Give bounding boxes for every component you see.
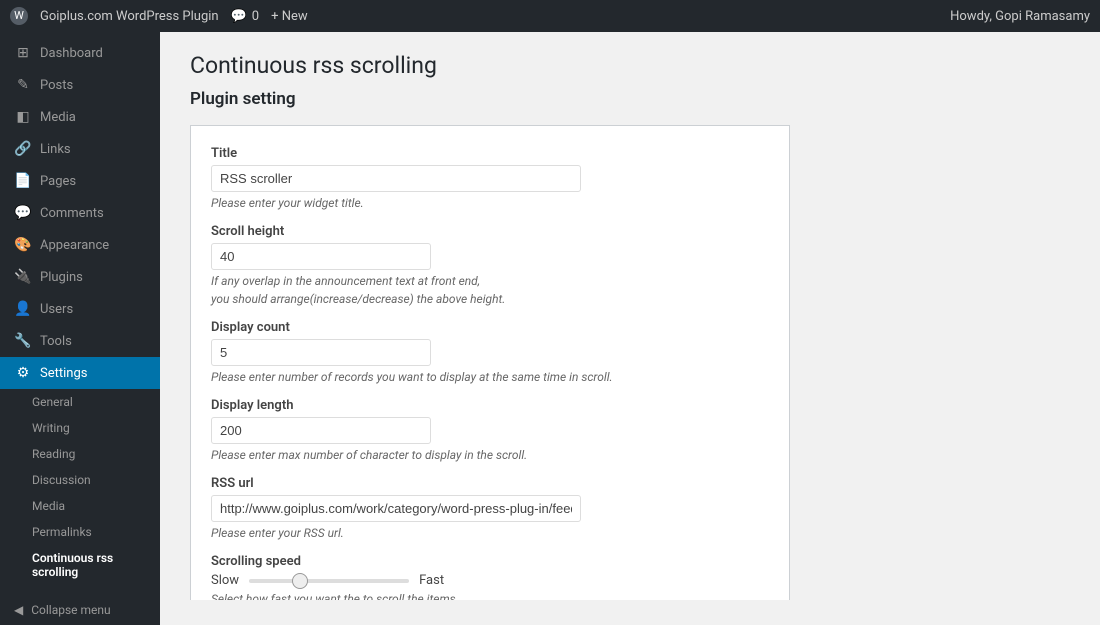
plugin-settings-form: Title Please enter your widget title. Sc… (190, 125, 790, 600)
sidebar-label-links: Links (40, 142, 71, 157)
collapse-arrow-icon: ◀ (14, 603, 23, 617)
submenu-item-continuous-rss[interactable]: Continuous rss scrolling (0, 545, 160, 585)
page-title: Continuous rss scrolling (190, 52, 1080, 79)
media-icon: ◧ (14, 109, 32, 125)
fast-label: Fast (419, 573, 444, 588)
scroll-height-hint-1: If any overlap in the announcement text … (211, 274, 769, 288)
slow-label: Slow (211, 573, 239, 588)
sidebar-item-settings[interactable]: ⚙ Settings (0, 357, 160, 389)
display-count-label: Display count (211, 320, 769, 335)
display-length-hint: Please enter max number of character to … (211, 448, 769, 462)
dashboard-icon: ⊞ (14, 45, 32, 61)
display-count-field-group: Display count Please enter number of rec… (211, 320, 769, 384)
site-name-item[interactable]: Goiplus.com WordPress Plugin (40, 9, 219, 24)
scroll-height-field-group: Scroll height If any overlap in the anno… (211, 224, 769, 306)
plugin-setting-title: Plugin setting (190, 89, 1080, 109)
sidebar-item-links[interactable]: 🔗 Links (0, 133, 160, 165)
submenu-item-general[interactable]: General (0, 389, 160, 415)
slider-row: Slow Fast (211, 573, 769, 588)
display-length-field-group: Display length Please enter max number o… (211, 398, 769, 462)
display-length-label: Display length (211, 398, 769, 413)
submenu-item-discussion[interactable]: Discussion (0, 467, 160, 493)
appearance-icon: 🎨 (14, 237, 32, 253)
scroll-height-hint-2: you should arrange(increase/decrease) th… (211, 292, 769, 306)
sidebar-label-appearance: Appearance (40, 238, 109, 253)
sidebar-item-posts[interactable]: ✎ Posts (0, 69, 160, 101)
sidebar-label-dashboard: Dashboard (40, 46, 103, 61)
sidebar-label-pages: Pages (40, 174, 76, 189)
tools-icon: 🔧 (14, 333, 32, 349)
comment-icon: 💬 (231, 9, 247, 24)
sidebar-item-pages[interactable]: 📄 Pages (0, 165, 160, 197)
users-icon: 👤 (14, 301, 32, 317)
wp-icon: W (10, 7, 28, 25)
comment-count: 0 (252, 9, 259, 24)
title-label: Title (211, 146, 769, 161)
scrolling-speed-field-group: Scrolling speed Slow Fast Select how fas… (211, 554, 769, 600)
sidebar-label-posts: Posts (40, 78, 73, 93)
sidebar-label-tools: Tools (40, 334, 72, 349)
posts-icon: ✎ (14, 77, 32, 93)
rss-url-hint: Please enter your RSS url. (211, 526, 769, 540)
links-icon: 🔗 (14, 141, 32, 157)
sidebar-label-comments: Comments (40, 206, 104, 221)
submenu-item-reading[interactable]: Reading (0, 441, 160, 467)
scrolling-speed-hint: Select how fast you want the to scroll t… (211, 592, 769, 600)
sidebar-label-settings: Settings (40, 366, 87, 381)
display-count-hint: Please enter number of records you want … (211, 370, 769, 384)
scroll-height-label: Scroll height (211, 224, 769, 239)
collapse-menu-label: Collapse menu (31, 603, 110, 617)
rss-url-input[interactable] (211, 495, 581, 522)
site-name: Goiplus.com WordPress Plugin (40, 9, 219, 24)
scroll-height-input[interactable] (211, 243, 431, 270)
sidebar-item-plugins[interactable]: 🔌 Plugins (0, 261, 160, 293)
new-item[interactable]: + New (271, 9, 308, 24)
admin-bar: W Goiplus.com WordPress Plugin 💬 0 + New… (0, 0, 1100, 32)
settings-icon: ⚙ (14, 365, 32, 381)
pages-icon: 📄 (14, 173, 32, 189)
title-hint: Please enter your widget title. (211, 196, 769, 210)
submenu-item-writing[interactable]: Writing (0, 415, 160, 441)
rss-url-label: RSS url (211, 476, 769, 491)
comments-icon: 💬 (14, 205, 32, 221)
sidebar-label-media: Media (40, 110, 76, 125)
display-count-input[interactable] (211, 339, 431, 366)
main-content: Continuous rss scrolling Plugin setting … (160, 32, 1100, 600)
sidebar-item-dashboard[interactable]: ⊞ Dashboard (0, 37, 160, 69)
comments-item[interactable]: 💬 0 (231, 9, 260, 24)
speed-slider[interactable] (249, 579, 409, 583)
sidebar-item-appearance[interactable]: 🎨 Appearance (0, 229, 160, 261)
sidebar-label-plugins: Plugins (40, 270, 83, 285)
sidebar-item-users[interactable]: 👤 Users (0, 293, 160, 325)
sidebar-item-tools[interactable]: 🔧 Tools (0, 325, 160, 357)
submenu-item-media-sub[interactable]: Media (0, 493, 160, 519)
display-length-input[interactable] (211, 417, 431, 444)
sidebar-item-comments[interactable]: 💬 Comments (0, 197, 160, 229)
sidebar-item-media[interactable]: ◧ Media (0, 101, 160, 133)
rss-url-field-group: RSS url Please enter your RSS url. (211, 476, 769, 540)
plugins-icon: 🔌 (14, 269, 32, 285)
scrolling-speed-label: Scrolling speed (211, 554, 769, 569)
new-label: + New (271, 9, 308, 24)
sidebar-label-users: Users (40, 302, 73, 317)
howdy-text: Howdy, Gopi Ramasamy (950, 9, 1090, 24)
admin-sidebar: ⊞ Dashboard ✎ Posts ◧ Media 🔗 Links 📄 Pa… (0, 32, 160, 625)
title-input[interactable] (211, 165, 581, 192)
wp-logo-item[interactable]: W (10, 7, 28, 25)
title-field-group: Title Please enter your widget title. (211, 146, 769, 210)
submenu-item-permalinks[interactable]: Permalinks (0, 519, 160, 545)
